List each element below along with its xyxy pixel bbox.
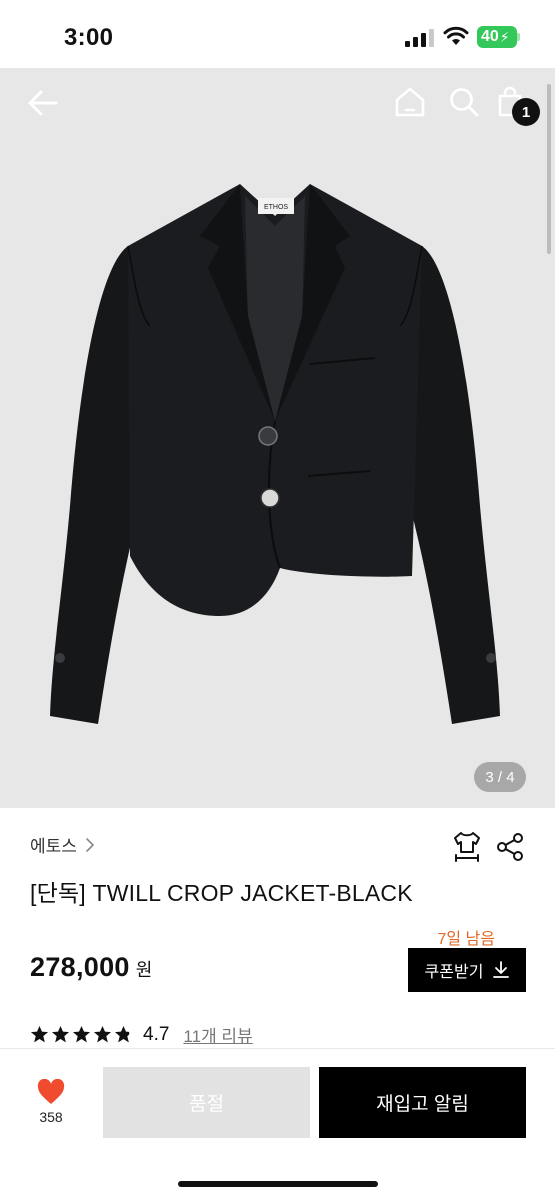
battery-cap (517, 33, 520, 41)
battery-level: 40 (481, 28, 499, 45)
rating-stars (30, 1025, 133, 1044)
coupon-deadline: 7일 남음 (437, 931, 495, 948)
share-icon[interactable] (496, 832, 524, 862)
brand-link[interactable]: 에토스 (30, 832, 95, 857)
battery-indicator: 40 ⚡ (477, 26, 517, 48)
jacket-label: ETHOS (264, 204, 288, 211)
price-unit: 원 (135, 960, 153, 980)
home-icon[interactable] (394, 86, 426, 118)
cart-count-badge[interactable]: 1 (512, 98, 540, 126)
search-icon[interactable] (448, 86, 480, 118)
coupon-button-label: 쿠폰받기 (424, 964, 484, 981)
product-image-gallery[interactable]: 1 ETHOS 3 / 4 (0, 68, 555, 808)
scroll-indicator (547, 84, 551, 254)
star-half-icon (114, 1025, 133, 1044)
restock-alert-button[interactable]: 재입고 알림 (319, 1067, 526, 1138)
wifi-icon (443, 26, 469, 45)
status-time: 3:00 (64, 24, 114, 51)
product-title: [단독] TWILL CROP JACKET-BLACK (30, 880, 413, 906)
star-icon (93, 1025, 112, 1043)
price: 278,000 원 (30, 952, 152, 983)
brand-name[interactable]: 에토스 (30, 832, 77, 857)
bottom-action-bar: 358 품절 재입고 알림 (0, 1048, 555, 1200)
like-count: 358 (39, 1109, 63, 1125)
charging-bolt-icon: ⚡ (499, 28, 510, 45)
like-button[interactable]: 358 (28, 1079, 74, 1125)
download-icon (493, 961, 510, 978)
soldout-button[interactable]: 품절 (103, 1067, 310, 1138)
status-bar: 3:00 40 ⚡ (0, 0, 555, 68)
product-image-jacket: ETHOS (50, 184, 500, 724)
price-value: 278,000 (30, 952, 130, 982)
cellular-signal-icon (405, 29, 434, 47)
rating-row: 4.7 11개 리뷰 (30, 1022, 253, 1047)
chevron-right-icon (86, 837, 94, 852)
coupon-download-button[interactable]: 쿠폰받기 (408, 948, 526, 992)
star-icon (51, 1025, 70, 1043)
back-arrow-icon[interactable] (26, 86, 60, 120)
image-page-indicator: 3 / 4 (474, 762, 526, 792)
size-fit-icon[interactable] (452, 830, 482, 862)
heart-icon[interactable] (37, 1079, 65, 1105)
star-icon (30, 1025, 49, 1043)
review-count-link[interactable]: 11개 리뷰 (183, 1022, 252, 1047)
star-icon (72, 1025, 91, 1043)
rating-value: 4.7 (143, 1023, 170, 1045)
home-indicator (178, 1181, 378, 1187)
